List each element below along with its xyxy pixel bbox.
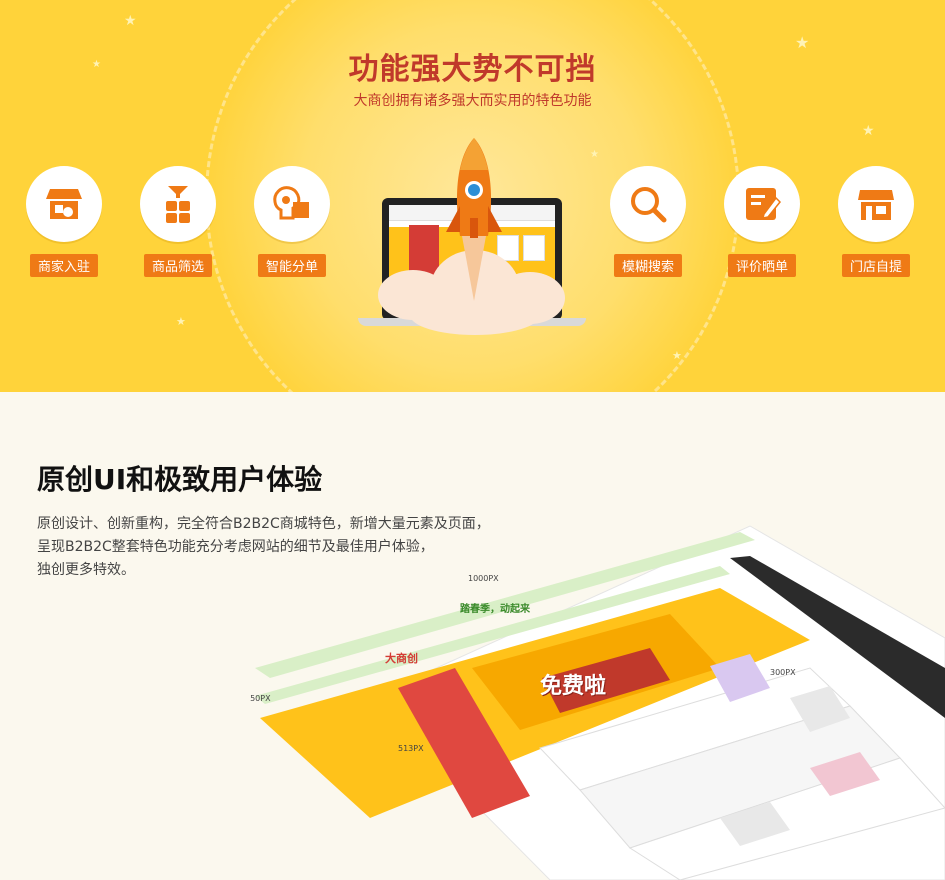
- hero-title: 功能强大势不可挡: [348, 52, 597, 87]
- promo-text: 踏春季，动起来: [460, 604, 530, 615]
- dimension-label: 250PX: [250, 694, 271, 703]
- star-icon: ★: [124, 13, 137, 29]
- feature-label: 门店自提: [841, 254, 911, 277]
- layered-page-mockup: 1000PX 250PX 513PX 300PX 踏春季，动起来 大商创 免费啦: [250, 518, 945, 880]
- dimension-label: 1000PX: [468, 574, 499, 583]
- search-icon: [610, 166, 686, 242]
- storefront-icon: [26, 166, 102, 242]
- banner-text: 免费啦: [540, 674, 607, 699]
- feature-label: 商品筛选: [143, 254, 213, 277]
- feature-merchant-entry[interactable]: 商家入驻: [14, 166, 114, 286]
- feature-label: 智能分单: [257, 254, 327, 277]
- section-title: 原创UI和极致用户体验: [37, 463, 323, 496]
- feature-hero: ★ ★ ★ ★ ★ ★ ★ 功能强大势不可挡 大商创拥有诸多强大而实用的特色功能…: [0, 0, 945, 392]
- feature-fuzzy-search[interactable]: 模糊搜索: [598, 166, 698, 286]
- feature-label: 模糊搜索: [613, 254, 683, 277]
- filter-boxes-icon: [140, 166, 216, 242]
- smart-split-icon: [254, 166, 330, 242]
- feature-label: 评价晒单: [727, 254, 797, 277]
- dimension-label: 300PX: [770, 668, 796, 677]
- star-icon: ★: [176, 315, 186, 328]
- feature-label: 商家入驻: [29, 254, 99, 277]
- dimension-label: 513PX: [398, 744, 424, 753]
- mockup-logo: 大商创: [385, 652, 418, 665]
- star-icon: ★: [590, 149, 599, 160]
- feature-store-pickup[interactable]: 门店自提: [826, 166, 926, 286]
- feature-product-filter[interactable]: 商品筛选: [128, 166, 228, 286]
- star-icon: ★: [862, 123, 875, 139]
- hero-subtitle: 大商创拥有诸多强大而实用的特色功能: [353, 93, 592, 109]
- store-pickup-icon: [838, 166, 914, 242]
- feature-smart-split[interactable]: 智能分单: [242, 166, 342, 286]
- review-edit-icon: [724, 166, 800, 242]
- star-icon: ★: [672, 349, 682, 362]
- feature-review-share[interactable]: 评价晒单: [712, 166, 812, 286]
- rocket-icon: [446, 138, 502, 301]
